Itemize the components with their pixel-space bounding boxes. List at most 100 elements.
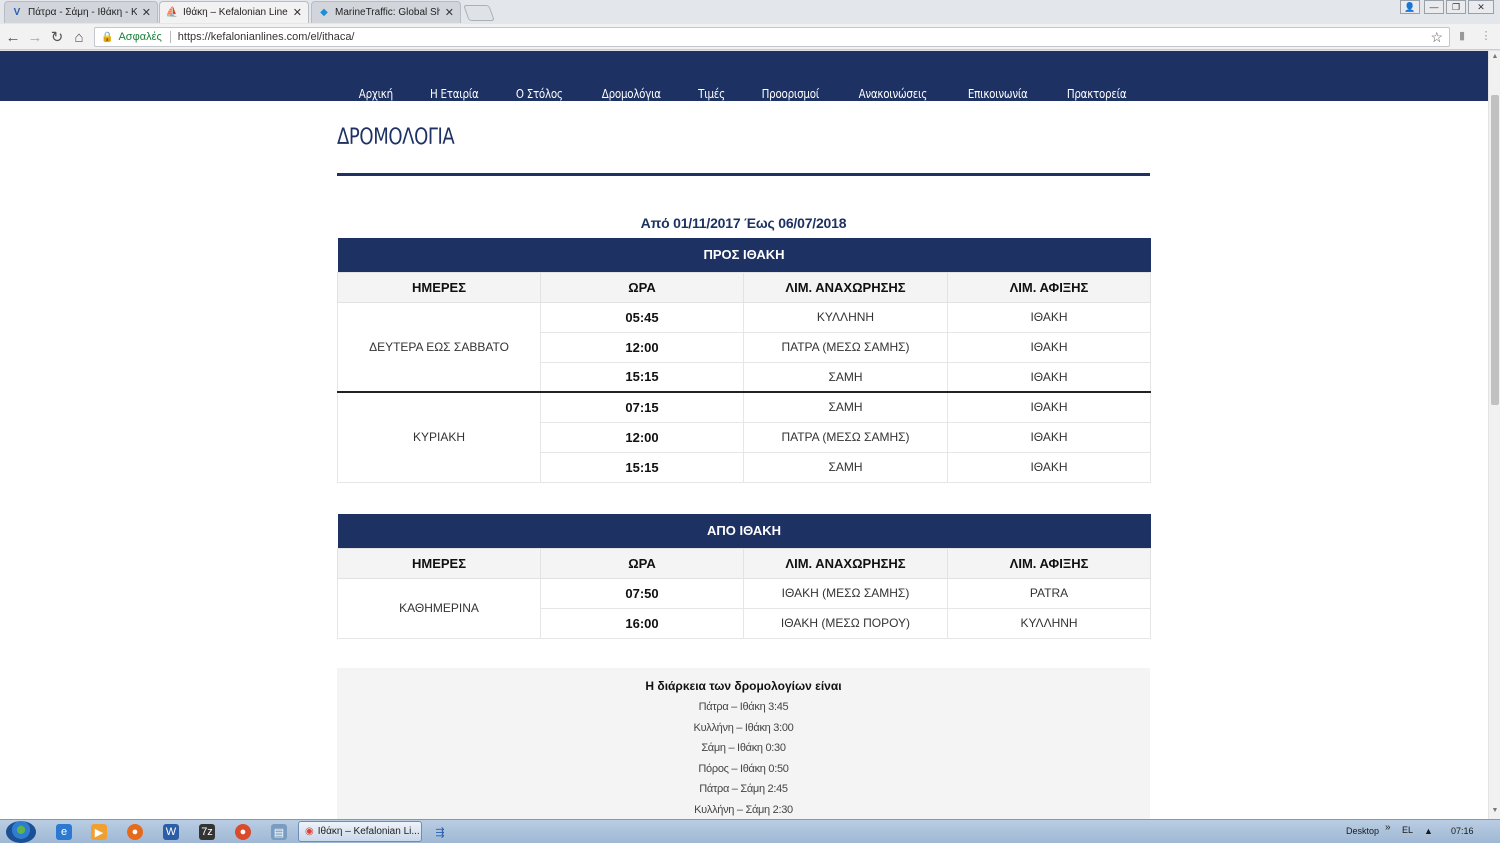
- page-viewport: Αρχική Η Εταιρία Ο Στόλος Δρομολόγια Τιμές Πρ…: [0, 51, 1488, 819]
- bookmark-star-icon[interactable]: ☆: [1430, 29, 1443, 46]
- scrollbar-thumb[interactable]: [1491, 95, 1499, 405]
- extension-icon[interactable]: ▮: [1455, 28, 1469, 42]
- divider: [169, 31, 171, 43]
- durations-list: Πάτρα – Ιθάκη 3:45 Κυλλήνη – Ιθάκη 3:00 Σά…: [337, 697, 1150, 819]
- arrival-port-cell: ΚΥΛΛΗΝΗ: [946, 607, 1152, 639]
- task-label: Ιθάκη – Kefalonian Li...: [317, 826, 420, 837]
- nav-item[interactable]: Ανακοινώσεις: [846, 87, 940, 101]
- ship-logo-icon: ⛵: [165, 7, 179, 18]
- nav-item[interactable]: Επικοινωνία: [955, 87, 1041, 101]
- site-navigation: Αρχική Η Εταιρία Ο Στόλος Δρομολόγια Τιμές Πρ…: [0, 51, 1488, 101]
- column-header-departure: ΛΙΜ. ΑΝΑΧΩΡΗΣΗΣ: [743, 547, 948, 579]
- days-cell: ΚΑΘΗΜΕΡΙΝΑ: [337, 577, 541, 639]
- nav-item[interactable]: Προορισμοί: [748, 87, 831, 101]
- time-cell: 05:45: [540, 301, 744, 333]
- table-row: ΔΕΥΤΕΡΑ ΕΩΣ ΣΑΒΒΑΤΟ 05:45 ΚΥΛΛΗΝΗ ΙΘΑΚΗ: [337, 301, 1151, 393]
- arrival-port-cell: PATRA: [946, 577, 1152, 609]
- time-cell: 12:00: [540, 331, 744, 363]
- secure-label: Ασφαλές: [118, 31, 162, 43]
- chevron-right-icon[interactable]: »: [1385, 822, 1391, 833]
- taskbar-chrome-task[interactable]: ◉ Ιθάκη – Kefalonian Li...: [298, 821, 422, 842]
- word-icon[interactable]: W: [163, 824, 179, 840]
- browser-tab-1[interactable]: V Πάτρα - Σάμη - Ιθάκη - Κ ✕: [4, 1, 158, 23]
- browser-tab-3[interactable]: ◆ MarineTraffic: Global Ship ✕: [311, 1, 461, 23]
- browser-toolbar: ← → ↻ ⌂ 🔒 Ασφαλές https://kefalonianline…: [0, 24, 1500, 50]
- scroll-up-arrow-icon[interactable]: ▲: [1491, 53, 1499, 61]
- tray-expand-icon[interactable]: ▲: [1424, 826, 1433, 836]
- internet-explorer-icon[interactable]: e: [56, 824, 72, 840]
- user-profile-icon[interactable]: 👤: [1400, 0, 1420, 14]
- address-bar[interactable]: 🔒 Ασφαλές https://kefalonianlines.com/el…: [94, 27, 1450, 47]
- time-cell: 07:50: [540, 577, 744, 609]
- departure-port-cell: ΠΑΤΡΑ (ΜΕΣΩ ΣΑΜΗΣ): [743, 421, 948, 453]
- nav-item[interactable]: Πρακτορεία: [1054, 87, 1139, 101]
- duration-line: Κυλλήνη – Σάμη 2:30: [694, 803, 793, 816]
- scroll-down-arrow-icon[interactable]: ▼: [1491, 807, 1499, 815]
- home-icon[interactable]: ⌂: [70, 28, 88, 46]
- nav-item[interactable]: Ο Στόλος: [503, 87, 576, 101]
- duration-line: Πάτρα – Σάμη 2:45: [699, 783, 788, 795]
- title-divider: [337, 173, 1150, 176]
- menu-icon[interactable]: ⋮: [1479, 28, 1493, 42]
- browser-tab-2[interactable]: ⛵ Ιθάκη – Kefalonian Lines ✕: [159, 1, 309, 23]
- arrival-port-cell: ΙΘΑΚΗ: [947, 301, 1151, 333]
- departure-port-cell: ΣΑΜΗ: [743, 451, 948, 483]
- forward-arrow-icon[interactable]: →: [26, 28, 44, 46]
- nav-item[interactable]: Αρχική: [346, 87, 406, 101]
- table-row: ΚΥΡΙΑΚΗ 07:15 ΣΑΜΗ ΙΘΑΚΗ: [337, 391, 1151, 483]
- restore-button[interactable]: ❐: [1446, 0, 1466, 14]
- tab-label: MarineTraffic: Global Ship: [335, 7, 440, 18]
- table-caption-row: ΑΠΟ ΙΘΑΚΗ: [337, 514, 1151, 548]
- site-v-icon: V: [13, 7, 21, 18]
- days-cell: ΔΕΥΤΕΡΑ ΕΩΣ ΣΑΒΒΑΤΟ: [337, 301, 541, 393]
- time-cell: 16:00: [540, 607, 744, 639]
- close-window-button[interactable]: ✕: [1468, 0, 1494, 14]
- table-caption: ΠΡΟΣ ΙΘΑΚΗ: [337, 238, 1151, 272]
- column-header-time: ΩΡΑ: [540, 547, 744, 579]
- clock[interactable]: 07:16: [1451, 826, 1474, 836]
- arrival-port-cell: ΙΘΑΚΗ: [947, 451, 1151, 483]
- folder-icon[interactable]: ▤: [271, 824, 287, 840]
- departure-port-cell: ΙΘΑΚΗ (ΜΕΣΩ ΣΑΜΗΣ): [743, 577, 948, 609]
- language-indicator[interactable]: EL: [1402, 825, 1413, 835]
- duration-line: Κυλλήνη – Ιθάκη 3:00: [693, 721, 794, 734]
- nav-item[interactable]: Δρομολόγια: [589, 87, 674, 101]
- tab-label: Πάτρα - Σάμη - Ιθάκη - Κ: [28, 7, 137, 18]
- media-player-icon[interactable]: ▶: [91, 824, 107, 840]
- start-button[interactable]: [6, 821, 36, 843]
- duration-line: Σάμη – Ιθάκη 0:30: [701, 742, 786, 754]
- time-cell: 15:15: [540, 451, 744, 483]
- table-caption-row: ΠΡΟΣ ΙΘΑΚΗ: [337, 238, 1151, 272]
- windows-taskbar: e ▶ ● W 7z ● ▤ ◉ Ιθάκη – Kefalonian Li..…: [0, 819, 1500, 843]
- duration-line: Πόρος – Ιθάκη 0:50: [698, 762, 789, 775]
- marinetraffic-icon: ◆: [320, 7, 328, 18]
- schedule-period: Από 01/11/2017 Έως 06/07/2018: [640, 215, 847, 231]
- app-icon[interactable]: ●: [235, 824, 251, 840]
- back-arrow-icon[interactable]: ←: [4, 28, 22, 46]
- schedule-table-from-ithaca: ΑΠΟ ΙΘΑΚΗ ΗΜΕΡΕΣ ΩΡΑ ΛΙΜ. ΑΝΑΧΩΡΗΣΗΣ ΛΙΜ. ΑΦ…: [337, 514, 1152, 639]
- url-text[interactable]: https://kefalonianlines.com/el/ithaca/: [178, 31, 355, 43]
- close-icon[interactable]: ✕: [293, 6, 302, 19]
- close-icon[interactable]: ✕: [142, 6, 151, 19]
- close-icon[interactable]: ✕: [445, 6, 454, 19]
- nav-item[interactable]: Η Εταιρία: [417, 87, 491, 101]
- arrival-port-cell: ΙΘΑΚΗ: [947, 361, 1151, 393]
- chrome-icon: ◉: [305, 826, 314, 837]
- durations-box: Η διάρκεια των δρομολογίων είναι Πάτρα –…: [337, 668, 1150, 819]
- desktop-toolbar-label[interactable]: Desktop: [1346, 826, 1379, 836]
- column-header-time: ΩΡΑ: [540, 271, 744, 303]
- archive-icon[interactable]: 7z: [199, 824, 215, 840]
- time-cell: 07:15: [540, 391, 744, 423]
- durations-heading: Η διάρκεια των δρομολογίων είναι: [645, 679, 842, 693]
- table-row: ΚΑΘΗΜΕΡΙΝΑ 07:50 ΙΘΑΚΗ (ΜΕΣΩ ΣΑΜΗΣ) PATRA: [337, 577, 1152, 639]
- new-tab-button[interactable]: [463, 5, 495, 21]
- duration-line: Πάτρα – Ιθάκη 3:45: [698, 701, 789, 713]
- lock-icon: 🔒: [101, 31, 114, 43]
- network-share-icon[interactable]: ⇶: [432, 824, 448, 840]
- page-scrollbar[interactable]: ▲ ▼: [1488, 51, 1500, 819]
- minimize-button[interactable]: —: [1424, 0, 1444, 14]
- nav-item[interactable]: Τιμές: [685, 87, 738, 101]
- table-header-row: ΗΜΕΡΕΣ ΩΡΑ ΛΙΜ. ΑΝΑΧΩΡΗΣΗΣ ΛΙΜ. ΑΦΙΞΗΣ: [337, 547, 1152, 579]
- firefox-icon[interactable]: ●: [127, 824, 143, 840]
- reload-icon[interactable]: ↻: [48, 28, 66, 46]
